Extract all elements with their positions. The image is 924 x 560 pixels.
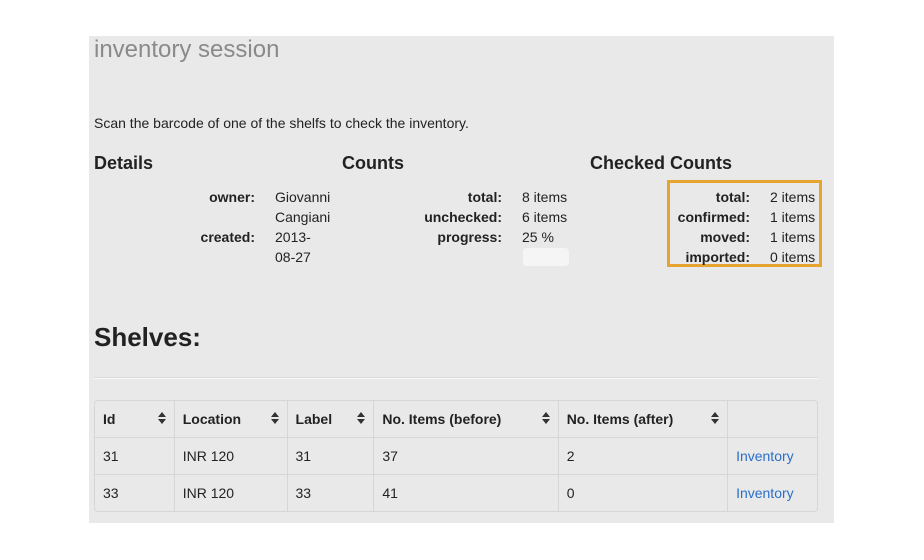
column-header-id[interactable]: Id [95, 401, 174, 437]
cell-action: Inventory [727, 474, 817, 511]
counts-progress-value: 25 % [522, 229, 554, 245]
shelves-heading: Shelves: [94, 322, 201, 352]
sort-icon[interactable] [157, 411, 166, 425]
cell-location: INR 120 [173, 437, 287, 474]
sort-icon[interactable] [711, 411, 720, 425]
created-value: 2013-08-27 [275, 229, 311, 265]
owner-value: Giovanni Cangiani [275, 189, 331, 225]
column-header-actions [727, 401, 817, 437]
checked-counts-section: total: 2 items confirmed: 1 items moved:… [649, 187, 829, 267]
sort-icon[interactable] [541, 411, 550, 425]
checked-total-value: 2 items [770, 189, 816, 205]
sort-icon[interactable] [270, 411, 279, 425]
cell-id: 31 [95, 437, 174, 474]
checked-confirmed-value: 1 items [770, 209, 816, 225]
counts-total-label: total: [467, 189, 502, 205]
sort-icon[interactable] [357, 411, 366, 425]
checked-imported-label: imported: [685, 249, 750, 265]
shelves-table: Id Location Label No. Items (before) No.… [94, 400, 818, 512]
inventory-link[interactable]: Inventory [736, 448, 794, 464]
checked-imported-value: 0 items [770, 249, 816, 265]
divider [94, 377, 818, 379]
progress-fill [523, 248, 535, 266]
counts-progress-label: progress: [437, 229, 502, 245]
created-label: created: [200, 229, 255, 245]
counts-unchecked-label: unchecked: [424, 209, 502, 225]
cell-action: Inventory [727, 437, 817, 474]
counts-total-value: 8 items [522, 189, 568, 205]
cell-items-after: 2 [557, 437, 728, 474]
cell-location: INR 120 [173, 474, 287, 511]
details-heading: Details [94, 153, 154, 173]
main-panel: inventory session Scan the barcode of on… [89, 36, 834, 523]
checked-confirmed-label: confirmed: [677, 209, 750, 225]
checked-counts-heading: Checked Counts [590, 153, 733, 173]
progress-bar [523, 248, 569, 266]
column-header-label: No. Items (before) [382, 411, 502, 427]
cell-label: 33 [286, 474, 374, 511]
counts-unchecked-value: 6 items [522, 209, 568, 225]
column-header-location[interactable]: Location [173, 401, 287, 437]
cell-items-before: 41 [373, 474, 558, 511]
details-section: owner: Giovanni Cangiani created: 2013-0… [185, 187, 345, 267]
cell-items-after: 0 [557, 474, 728, 511]
checked-moved-value: 1 items [770, 229, 816, 245]
inventory-link[interactable]: Inventory [736, 485, 794, 501]
column-header-items-before[interactable]: No. Items (before) [373, 401, 557, 437]
column-header-label: Location [182, 411, 242, 427]
instructions-text: Scan the barcode of one of the shelfs to… [94, 115, 469, 131]
cell-id: 33 [95, 474, 174, 511]
column-header-items-after[interactable]: No. Items (after) [557, 401, 727, 437]
checked-total-label: total: [715, 189, 750, 205]
page-title: inventory session [94, 36, 280, 63]
owner-label: owner: [209, 189, 255, 205]
column-header-label[interactable]: Label [286, 401, 374, 437]
cell-label: 31 [286, 437, 374, 474]
counts-heading: Counts [342, 153, 404, 173]
column-header-label: Label [295, 411, 333, 427]
table-row: 33 INR 120 33 41 0 Inventory [95, 474, 817, 511]
table-header-row: Id Location Label No. Items (before) No.… [95, 401, 817, 437]
cell-items-before: 37 [373, 437, 558, 474]
checked-moved-label: moved: [700, 229, 750, 245]
column-header-label: No. Items (after) [566, 411, 674, 427]
table-row: 31 INR 120 31 37 2 Inventory [95, 437, 817, 474]
column-header-label: Id [103, 411, 116, 427]
